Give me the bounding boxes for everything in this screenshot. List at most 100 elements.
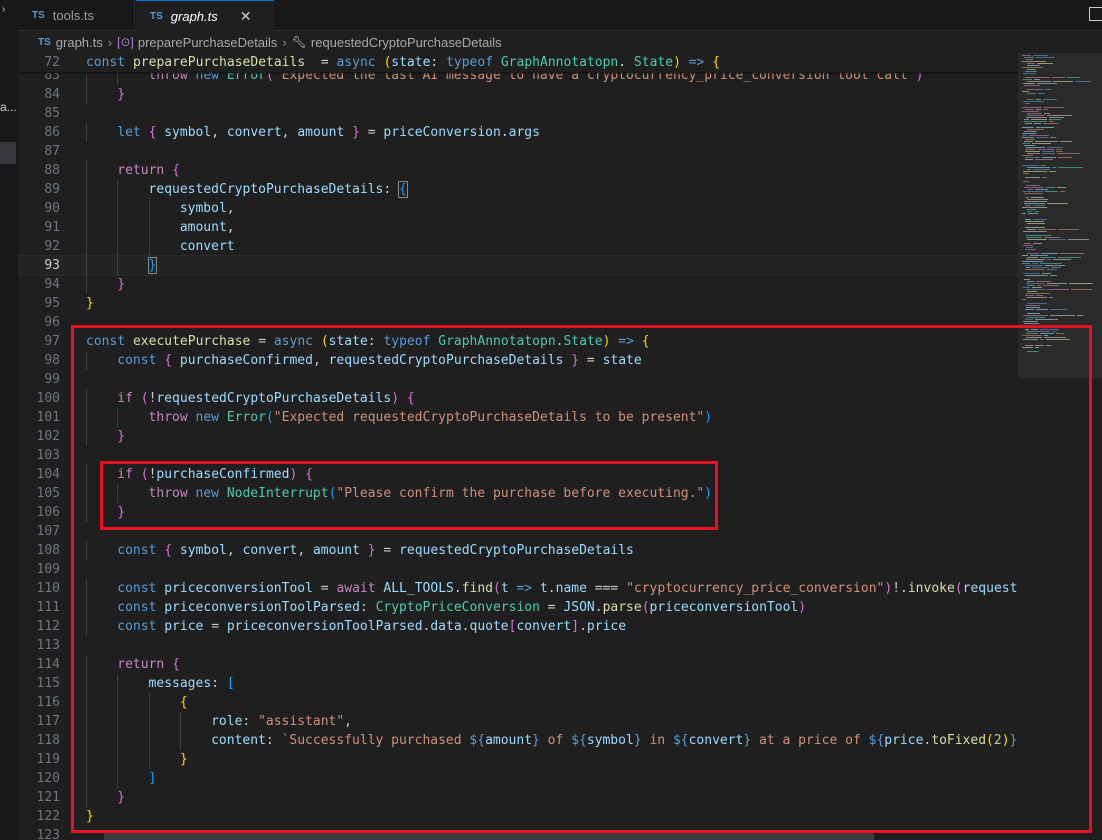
code-text: convert — [180, 237, 235, 256]
minimap-line — [1050, 275, 1057, 276]
minimap-line — [1035, 345, 1044, 346]
code-token: symbol — [164, 125, 212, 140]
minimap-line — [1026, 247, 1033, 248]
code-line[interactable]: 95} — [18, 294, 1018, 313]
code-token: = — [203, 619, 227, 634]
code-line[interactable]: 101 throw new Error("Expected requestedCr… — [18, 408, 1018, 427]
code-line[interactable]: 121} — [18, 788, 1018, 807]
code-line[interactable]: 88 return { — [18, 161, 1018, 180]
code-line[interactable]: 106} — [18, 503, 1018, 522]
code-line[interactable]: 120] — [18, 769, 1018, 788]
code-line[interactable]: 116 { — [18, 693, 1018, 712]
indent-guide — [117, 769, 119, 788]
code-token: . — [579, 619, 587, 634]
code-line[interactable]: 96 — [18, 313, 1018, 332]
code-line[interactable]: 85 — [18, 104, 1018, 123]
code-text: messages: [ — [149, 674, 235, 693]
code-token: new — [195, 410, 227, 425]
code-token: ) — [884, 581, 893, 596]
minimap-line — [1022, 127, 1034, 128]
code-token: . — [594, 600, 603, 615]
tab-label: graph.ts — [170, 8, 218, 24]
code-line[interactable]: 99 — [18, 370, 1018, 389]
code-line[interactable]: 115 messages: [ — [18, 674, 1018, 693]
code-token: , — [344, 714, 352, 729]
code-line[interactable]: 104 if (!purchaseConfirmed) { — [18, 465, 1018, 484]
sidebar-selected-item[interactable] — [0, 142, 16, 164]
code-line[interactable]: 114 return { — [18, 655, 1018, 674]
code-token: const — [117, 600, 165, 615]
code-text: if (!requestedCryptoPurchaseDetails) { — [117, 389, 414, 408]
code-line[interactable]: 119} — [18, 750, 1018, 769]
code-line[interactable]: 118 content: `Successfully purchased ${am… — [18, 731, 1018, 750]
minimap-line — [1023, 83, 1035, 84]
minimap-line — [1045, 191, 1058, 192]
code-line[interactable]: 111 const priceconversionToolParsed: Cryp… — [18, 598, 1018, 617]
code-line[interactable]: 98 const { purchaseConfirmed, requestedCr… — [18, 351, 1018, 370]
code-line[interactable]: 87 — [18, 142, 1018, 161]
split-editor-icon[interactable] — [1089, 7, 1102, 21]
breadcrumb-symbol[interactable]: preparePurchaseDetails — [138, 35, 277, 50]
code-line[interactable]: 89 requestedCryptoPurchaseDetails: { — [18, 180, 1018, 199]
minimap-line — [1025, 159, 1033, 160]
code-line[interactable]: 94} — [18, 275, 1018, 294]
close-icon[interactable]: ✕ — [240, 8, 252, 25]
code-line[interactable]: 113 — [18, 636, 1018, 655]
minimap-line — [1026, 289, 1045, 290]
line-number: 102 — [36, 429, 60, 444]
breadcrumb-file[interactable]: graph.ts — [56, 35, 103, 50]
minimap-line — [1060, 141, 1072, 142]
minimap-line — [1023, 79, 1032, 80]
code-token: requestedCryptoPurchaseDetails — [399, 543, 634, 558]
code-line[interactable]: 86 let { symbol, convert, amount } = pric… — [18, 123, 1018, 142]
code-token: "Expected requestedCryptoPurchaseDetails… — [273, 410, 705, 425]
code-line[interactable]: 105 throw new NodeInterrupt("Please confi… — [18, 484, 1018, 503]
code-line[interactable]: 109 — [18, 560, 1018, 579]
chevron-left-icon[interactable]: › — [2, 4, 5, 15]
horizontal-scrollbar[interactable] — [104, 830, 874, 840]
code-token: ) — [391, 391, 400, 406]
code-line[interactable]: 107 — [18, 522, 1018, 541]
code-line[interactable]: 103 — [18, 446, 1018, 465]
code-token: const — [117, 543, 165, 558]
line-number: 86 — [44, 125, 60, 140]
code-line[interactable]: 97 const executePurchase = async (state: … — [18, 332, 1018, 351]
code-token: } — [633, 733, 642, 748]
minimap-line — [1023, 181, 1029, 182]
minimap-line — [1035, 189, 1048, 190]
code-token: : — [242, 714, 259, 729]
code-line[interactable]: 84} — [18, 85, 1018, 104]
code-token: : — [359, 600, 376, 615]
breadcrumb-property[interactable]: requestedCryptoPurchaseDetails — [311, 35, 502, 50]
code-line[interactable]: 72 const preparePurchaseDetails = async (… — [18, 53, 1018, 72]
code-line[interactable]: 110 const priceconversionTool = await ALL… — [18, 579, 1018, 598]
minimap-line — [1044, 107, 1064, 108]
code-line[interactable]: 92 convert — [18, 237, 1018, 256]
code-line[interactable]: 102} — [18, 427, 1018, 446]
code-line[interactable]: 91 amount, — [18, 218, 1018, 237]
minimap[interactable] — [1018, 53, 1102, 840]
code-line[interactable]: 108 const { symbol, convert, amount } = r… — [18, 541, 1018, 560]
line-number: 108 — [36, 543, 60, 558]
line-number: 88 — [44, 163, 60, 178]
code-line[interactable]: 122} — [18, 807, 1018, 826]
code-line[interactable]: 112 const price = priceconversionToolPars… — [18, 617, 1018, 636]
code-text: const { purchaseConfirmed, requestedCryp… — [117, 351, 641, 370]
code-editor[interactable]: 72 const preparePurchaseDetails = async (… — [18, 53, 1018, 840]
code-line[interactable]: 93} — [18, 255, 1018, 276]
tab-tools-ts[interactable]: TS tools.ts — [18, 0, 135, 30]
indent-guide — [86, 465, 87, 484]
minimap-line — [1052, 77, 1065, 78]
indent-guide — [86, 750, 87, 769]
minimap-line — [1023, 339, 1038, 340]
code-line[interactable]: 117 role: "assistant", — [18, 712, 1018, 731]
code-line[interactable]: 100 if (!requestedCryptoPurchaseDetails) … — [18, 389, 1018, 408]
code-line[interactable]: 90 symbol, — [18, 199, 1018, 218]
code-token: t — [539, 581, 548, 596]
minimap-line — [1027, 229, 1036, 230]
tab-graph-ts[interactable]: TS graph.ts ✕ — [136, 0, 274, 31]
code-token: , — [226, 201, 235, 216]
indent-guide — [86, 218, 87, 237]
indent-guide — [117, 712, 119, 731]
